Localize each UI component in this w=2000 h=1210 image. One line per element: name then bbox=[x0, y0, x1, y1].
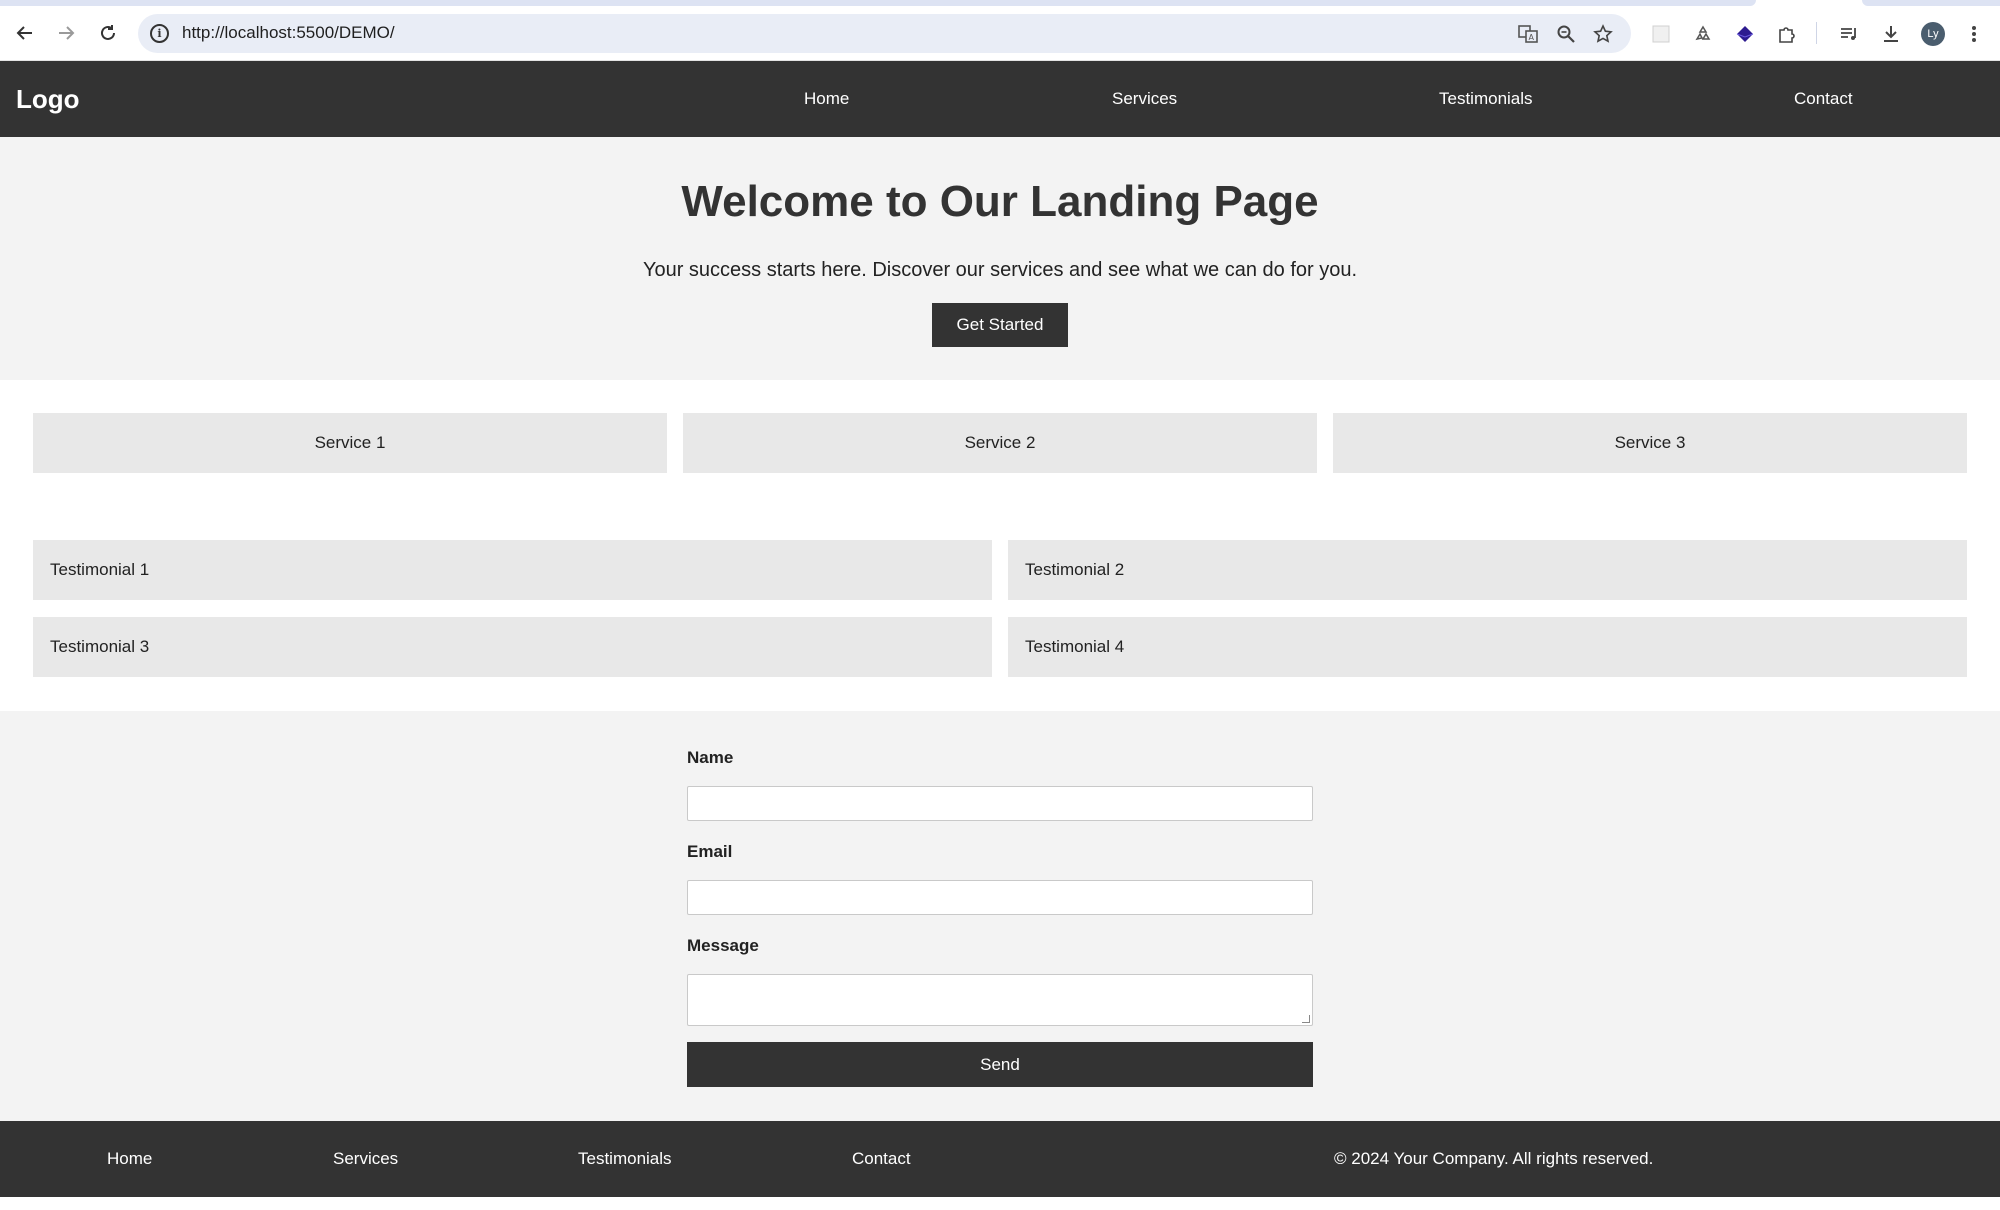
site-footer: Home Services Testimonials Contact © 202… bbox=[0, 1121, 2000, 1197]
back-arrow-icon[interactable] bbox=[12, 20, 38, 46]
media-queue-icon[interactable] bbox=[1836, 21, 1862, 47]
service-card-3: Service 3 bbox=[1333, 413, 1967, 473]
translate-icon[interactable]: A bbox=[1516, 22, 1540, 46]
site-info-icon[interactable]: i bbox=[150, 24, 169, 43]
send-button[interactable]: Send bbox=[687, 1042, 1313, 1087]
reload-icon[interactable] bbox=[95, 20, 121, 46]
message-label: Message bbox=[687, 936, 759, 955]
profile-avatar[interactable]: Ly bbox=[1921, 22, 1945, 46]
gem-icon[interactable] bbox=[1732, 21, 1758, 47]
nav-testimonials[interactable]: Testimonials bbox=[1439, 89, 1533, 109]
copyright-text: © 2024 Your Company. All rights reserved… bbox=[1334, 1149, 1654, 1168]
service-card-1: Service 1 bbox=[33, 413, 667, 473]
service-card-2: Service 2 bbox=[683, 413, 1317, 473]
footer-nav-contact[interactable]: Contact bbox=[852, 1149, 911, 1169]
url-text[interactable]: http://localhost:5500/DEMO/ bbox=[182, 23, 395, 43]
email-field[interactable] bbox=[687, 880, 1313, 915]
forward-arrow-icon[interactable] bbox=[53, 20, 79, 46]
message-textarea[interactable] bbox=[687, 974, 1313, 1026]
hero-title: Welcome to Our Landing Page bbox=[681, 177, 1319, 226]
contact-section: Name Email Message Send bbox=[0, 711, 2000, 1121]
recycle-icon[interactable] bbox=[1690, 21, 1716, 47]
address-bar[interactable]: i http://localhost:5500/DEMO/ A bbox=[138, 14, 1631, 53]
logo[interactable]: Logo bbox=[16, 84, 80, 115]
testimonial-1: Testimonial 1 bbox=[33, 540, 992, 600]
toolbar-separator bbox=[1816, 22, 1817, 44]
page-bottom-space bbox=[0, 1197, 2000, 1210]
bookmark-star-icon[interactable] bbox=[1591, 22, 1615, 46]
tab-strip-right bbox=[1862, 0, 2000, 6]
nav-services[interactable]: Services bbox=[1112, 89, 1177, 109]
testimonial-3: Testimonial 3 bbox=[33, 617, 992, 677]
name-field[interactable] bbox=[687, 786, 1313, 821]
puzzle-icon[interactable] bbox=[1774, 21, 1800, 47]
nav-contact[interactable]: Contact bbox=[1794, 89, 1853, 109]
testimonial-2: Testimonial 2 bbox=[1008, 540, 1967, 600]
browser-toolbar: i http://localhost:5500/DEMO/ A Ly bbox=[0, 0, 2000, 61]
download-icon[interactable] bbox=[1878, 21, 1904, 47]
footer-nav-home[interactable]: Home bbox=[107, 1149, 152, 1169]
more-menu-icon[interactable] bbox=[1961, 21, 1987, 47]
footer-nav-testimonials[interactable]: Testimonials bbox=[578, 1149, 672, 1169]
hero-subtitle: Your success starts here. Discover our s… bbox=[642, 259, 1358, 281]
footer-nav-services[interactable]: Services bbox=[333, 1149, 398, 1169]
name-label: Name bbox=[687, 748, 734, 767]
hero-section: Welcome to Our Landing Page Your success… bbox=[0, 137, 2000, 380]
site-header: Logo Home Services Testimonials Contact bbox=[0, 61, 2000, 137]
testimonial-4: Testimonial 4 bbox=[1008, 617, 1967, 677]
svg-text:A: A bbox=[1529, 33, 1535, 42]
nav-home[interactable]: Home bbox=[804, 89, 849, 109]
extension-icon[interactable] bbox=[1648, 21, 1674, 47]
get-started-button[interactable]: Get Started bbox=[932, 303, 1068, 347]
zoom-icon[interactable] bbox=[1554, 22, 1578, 46]
email-label: Email bbox=[687, 842, 733, 861]
resize-grip-icon[interactable] bbox=[1302, 1015, 1310, 1023]
tab-strip bbox=[0, 0, 1756, 6]
